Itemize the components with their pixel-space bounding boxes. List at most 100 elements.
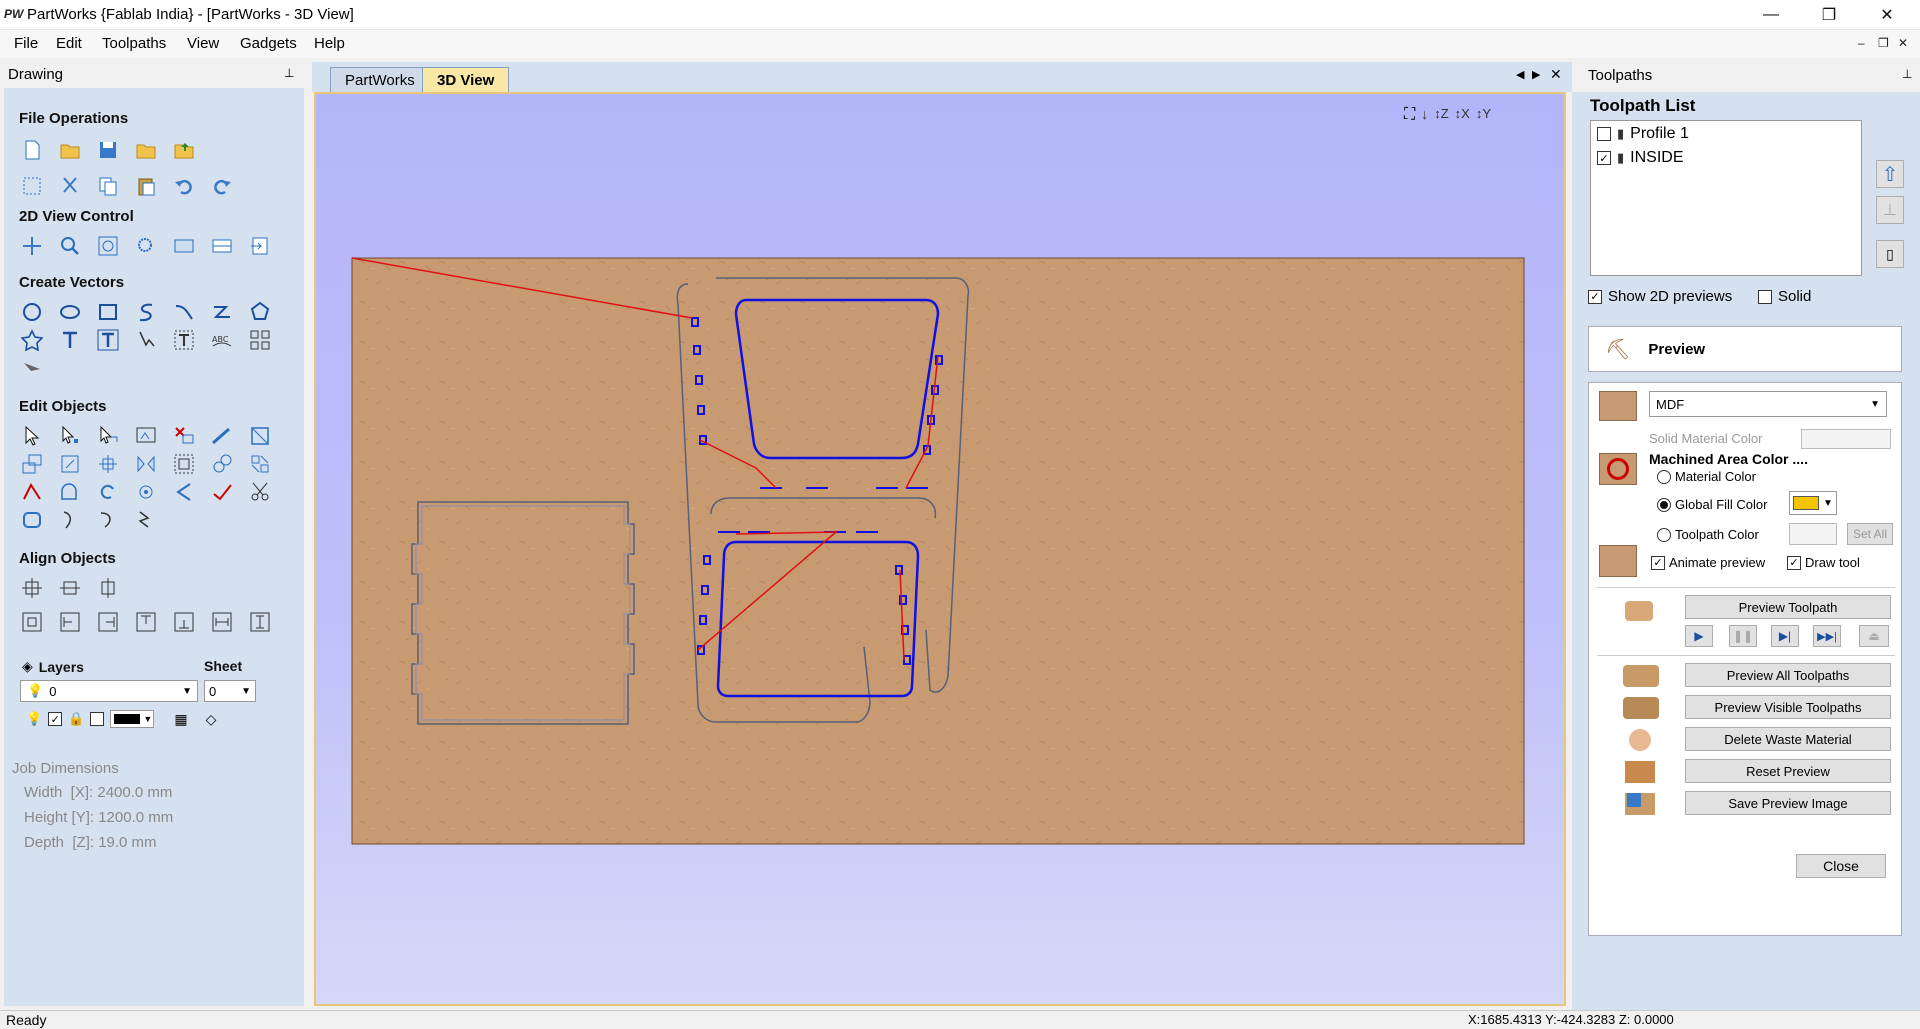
cut-icon[interactable] [58, 174, 82, 198]
close-tab-icon[interactable]: ✕ [1550, 66, 1562, 83]
solid-checkbox[interactable] [1758, 289, 1772, 304]
play-button[interactable]: ▶ [1685, 625, 1713, 647]
scroll-right-icon[interactable]: ▶ [1532, 68, 1540, 81]
sheet-select[interactable]: 0 ▼ [204, 680, 256, 702]
material-select[interactable]: MDF ▼ [1649, 391, 1887, 417]
measure-icon[interactable] [210, 424, 234, 448]
align-center-both-icon[interactable] [20, 576, 44, 600]
pin-icon[interactable]: ⊥ [1902, 67, 1912, 81]
menu-help[interactable]: Help [314, 35, 345, 52]
mdi-minimize-button[interactable]: ‒ [1858, 36, 1865, 50]
align-center-x-icon[interactable] [58, 576, 82, 600]
list-item[interactable]: ✓ ▮ INSIDE [1597, 149, 1684, 167]
align-left-icon[interactable] [58, 610, 82, 634]
layout-view-icon[interactable] [210, 234, 234, 258]
mdi-close-button[interactable]: ✕ [1898, 36, 1908, 50]
align-center-icon[interactable] [96, 452, 120, 476]
animate-preview-option[interactable]: ✓ Animate preview [1651, 555, 1765, 570]
tab-3d-view[interactable]: 3D View [422, 67, 510, 93]
undo-icon[interactable] [172, 174, 196, 198]
mdi-restore-button[interactable]: ❐ [1878, 36, 1889, 50]
fillet-icon[interactable] [134, 480, 158, 504]
set-all-button[interactable]: Set All [1847, 523, 1893, 545]
step-forward-button[interactable]: ▶| [1771, 625, 1799, 647]
join-vectors-icon[interactable] [58, 480, 82, 504]
distribute-y-icon[interactable] [248, 610, 272, 634]
global-fill-color-picker[interactable]: ▼ [1789, 491, 1837, 515]
tool-database-button[interactable]: ▯ [1876, 240, 1904, 268]
show-2d-checkbox[interactable]: ✓ [1588, 289, 1602, 304]
delete-waste-material-button[interactable]: Delete Waste Material [1685, 727, 1891, 751]
pause-button[interactable]: ❚❚ [1729, 625, 1757, 647]
star-icon[interactable] [20, 328, 44, 352]
arc-icon[interactable] [210, 300, 234, 324]
group-icon[interactable] [172, 452, 196, 476]
align-top-icon[interactable] [134, 610, 158, 634]
move-up-button[interactable]: ⇧ [1876, 160, 1904, 188]
mirror-icon[interactable] [134, 452, 158, 476]
material-color-option[interactable]: Material Color [1657, 469, 1756, 484]
pin-icon[interactable]: ⊥ [284, 66, 294, 80]
toolpath-checkbox[interactable]: ✓ [1597, 151, 1611, 165]
toolpath-checkbox[interactable] [1597, 127, 1611, 141]
delete-object-icon[interactable] [172, 424, 196, 448]
align-center-y-icon[interactable] [96, 576, 120, 600]
layer-visible-icon[interactable]: 💡 [26, 711, 42, 727]
menu-toolpaths[interactable]: Toolpaths [102, 35, 166, 52]
distribute-x-icon[interactable] [210, 610, 234, 634]
menu-edit[interactable]: Edit [56, 35, 82, 52]
smooth-arc-icon[interactable] [96, 508, 120, 532]
text-icon[interactable] [58, 328, 82, 352]
preview-view-icon[interactable] [172, 234, 196, 258]
close-button[interactable]: Close [1796, 854, 1886, 878]
global-fill-color-option[interactable]: Global Fill Color [1657, 497, 1767, 512]
export-view-icon[interactable] [248, 234, 272, 258]
save-file-icon[interactable] [96, 138, 120, 162]
minimize-button[interactable]: — [1742, 0, 1800, 30]
show-2d-previews-option[interactable]: ✓ Show 2D previews [1588, 288, 1732, 305]
zoom-extents-icon[interactable] [96, 234, 120, 258]
layer-lock-checkbox[interactable] [90, 712, 105, 726]
layer-color-picker[interactable]: ▼ [110, 710, 155, 728]
list-item[interactable]: ▮ Profile 1 [1597, 125, 1689, 143]
curve-fit-icon[interactable] [134, 508, 158, 532]
polyline-icon[interactable] [134, 300, 158, 324]
scissors-icon[interactable] [248, 480, 272, 504]
offset-icon[interactable] [20, 508, 44, 532]
scale-object-icon[interactable] [248, 424, 272, 448]
preview-toolpath-button[interactable]: Preview Toolpath [1685, 595, 1891, 619]
layer-properties-icon[interactable]: ▦ [174, 711, 187, 728]
open-folder-icon[interactable] [134, 138, 158, 162]
lock-icon[interactable]: 🔒 [68, 711, 84, 727]
text-arc-icon[interactable]: ABC [210, 328, 234, 352]
select-icon[interactable] [20, 424, 44, 448]
layer-manager-icon[interactable]: ◇ [206, 711, 217, 728]
rectangle-icon[interactable] [96, 300, 120, 324]
preview-visible-toolpaths-button[interactable]: Preview Visible Toolpaths [1685, 695, 1891, 719]
align-right-icon[interactable] [96, 610, 120, 634]
menu-gadgets[interactable]: Gadgets [240, 35, 297, 52]
restore-button[interactable]: ❐ [1800, 0, 1858, 30]
move-down-button[interactable]: ⊥ [1876, 196, 1904, 224]
draw-tool-checkbox[interactable]: ✓ [1787, 555, 1801, 570]
polygon-icon[interactable] [248, 300, 272, 324]
align-bottom-icon[interactable] [172, 610, 196, 634]
align-center-page-icon[interactable] [20, 610, 44, 634]
weld-icon[interactable] [210, 452, 234, 476]
new-file-icon[interactable] [20, 138, 44, 162]
3d-view-canvas[interactable]: ⛶ ↓ ↕Z ↕X ↕Y [314, 92, 1566, 1006]
draw-tool-option[interactable]: ✓ Draw tool [1787, 555, 1860, 570]
close-vector-icon[interactable] [96, 480, 120, 504]
scroll-left-icon[interactable]: ◀ [1516, 68, 1524, 81]
animate-preview-checkbox[interactable]: ✓ [1651, 555, 1665, 570]
chevron-icon[interactable] [172, 480, 196, 504]
save-preview-image-button[interactable]: Save Preview Image [1685, 791, 1891, 815]
pan-icon[interactable] [20, 234, 44, 258]
paste-icon[interactable] [134, 174, 158, 198]
smooth-icon[interactable] [58, 508, 82, 532]
extend-icon[interactable] [210, 480, 234, 504]
array-icon[interactable] [248, 328, 272, 352]
global-fill-color-radio[interactable] [1657, 497, 1671, 512]
zoom-selection-icon[interactable] [134, 234, 158, 258]
material-color-radio[interactable] [1657, 469, 1671, 484]
